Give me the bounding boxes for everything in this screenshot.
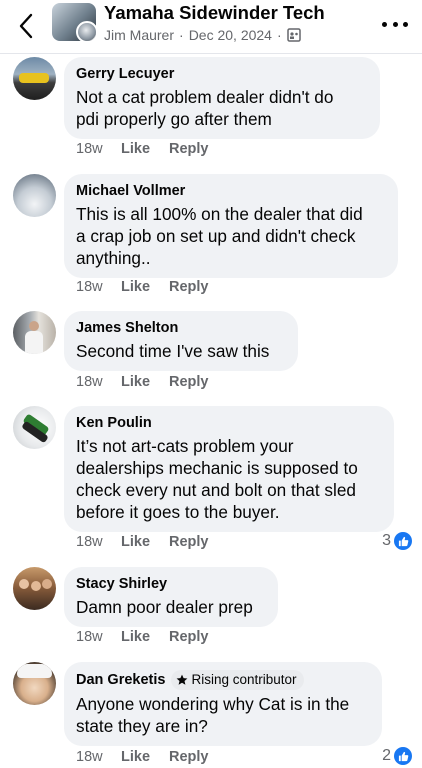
separator: · bbox=[179, 27, 184, 43]
comment-actions: 18w Like Reply bbox=[76, 534, 209, 550]
comment-time[interactable]: 18w bbox=[76, 749, 121, 765]
comment-actions: 18w Like Reply bbox=[76, 629, 209, 645]
reply-button[interactable]: Reply bbox=[169, 629, 209, 645]
avatar[interactable] bbox=[13, 406, 56, 449]
comment-text: It’s not art-cats problem your dealershi… bbox=[76, 435, 382, 523]
reaction-summary[interactable]: 3 bbox=[382, 532, 412, 550]
thumbs-up-icon bbox=[394, 532, 412, 550]
comment-bubble[interactable]: Ken Poulin It’s not art-cats problem you… bbox=[64, 406, 394, 532]
comment-bubble[interactable]: Stacy Shirley Damn poor dealer prep bbox=[64, 567, 278, 627]
avatar[interactable] bbox=[13, 57, 56, 100]
post-header: Yamaha Sidewinder Tech Jim Maurer · Dec … bbox=[0, 0, 422, 54]
avatar[interactable] bbox=[13, 174, 56, 217]
comment-line: before it goes to the buyer. bbox=[76, 502, 280, 522]
dot-icon bbox=[382, 21, 387, 27]
reply-button[interactable]: Reply bbox=[169, 279, 209, 295]
comment-text: Second time I've saw this bbox=[76, 340, 286, 362]
reaction-summary[interactable]: 2 bbox=[382, 747, 412, 765]
comment-text: Damn poor dealer prep bbox=[76, 596, 266, 618]
reply-button[interactable]: Reply bbox=[169, 141, 209, 157]
comment-line: Second time I've saw this bbox=[76, 341, 270, 361]
comment-line: Anyone wondering why Cat is in the bbox=[76, 694, 350, 714]
post-date[interactable]: Dec 20, 2024 bbox=[189, 27, 272, 43]
reply-button[interactable]: Reply bbox=[169, 374, 209, 390]
like-button[interactable]: Like bbox=[121, 534, 169, 550]
comment-bubble[interactable]: Gerry Lecuyer Not a cat problem dealer d… bbox=[64, 57, 380, 139]
comment-line: dealerships mechanic is supposed to bbox=[76, 458, 358, 478]
members-audience-icon bbox=[286, 28, 301, 42]
like-button[interactable]: Like bbox=[121, 374, 169, 390]
group-avatar[interactable] bbox=[52, 3, 96, 41]
separator: · bbox=[276, 27, 282, 43]
comment-actions: 18w Like Reply bbox=[76, 374, 209, 390]
badge-label: Rising contributor bbox=[191, 672, 297, 687]
comment-author[interactable]: James Shelton bbox=[76, 319, 286, 337]
comment-author[interactable]: Ken Poulin bbox=[76, 414, 382, 432]
comment-time[interactable]: 18w bbox=[76, 534, 121, 550]
comment-line: It’s not art-cats problem your bbox=[76, 436, 294, 456]
post-author[interactable]: Jim Maurer bbox=[104, 27, 174, 43]
comment-actions: 18w Like Reply bbox=[76, 141, 209, 157]
comment-actions: 18w Like Reply bbox=[76, 279, 209, 295]
comment-bubble[interactable]: Michael Vollmer This is all 100% on the … bbox=[64, 174, 398, 278]
comment-author[interactable]: Gerry Lecuyer bbox=[76, 65, 368, 83]
avatar[interactable] bbox=[13, 311, 56, 354]
like-button[interactable]: Like bbox=[121, 279, 169, 295]
comment-bubble[interactable]: Dan Greketis Rising contributor Anyone w… bbox=[64, 662, 382, 746]
rising-contributor-badge[interactable]: Rising contributor bbox=[171, 670, 304, 690]
comment-line: check every nut and bolt on that sled bbox=[76, 480, 356, 500]
like-button[interactable]: Like bbox=[121, 141, 169, 157]
like-button[interactable]: Like bbox=[121, 749, 169, 765]
comment-author[interactable]: Stacy Shirley bbox=[76, 575, 266, 593]
comment-line: state they are in? bbox=[76, 716, 208, 736]
comment-time[interactable]: 18w bbox=[76, 279, 121, 295]
dot-icon bbox=[403, 21, 408, 27]
dot-icon bbox=[392, 21, 398, 27]
comment-line: This is all 100% on the dealer that did bbox=[76, 204, 363, 224]
post-subtitle: Jim Maurer · Dec 20, 2024 · bbox=[104, 27, 301, 43]
author-avatar bbox=[76, 21, 96, 41]
comment-line: pdi properly go after them bbox=[76, 109, 272, 129]
comment-text: This is all 100% on the dealer that did … bbox=[76, 203, 386, 269]
group-title[interactable]: Yamaha Sidewinder Tech bbox=[104, 2, 325, 24]
reply-button[interactable]: Reply bbox=[169, 534, 209, 550]
comment-actions: 18w Like Reply bbox=[76, 749, 209, 765]
comment-line: Not a cat problem dealer didn't do bbox=[76, 87, 334, 107]
back-button[interactable] bbox=[12, 10, 40, 42]
thumbs-up-icon bbox=[394, 747, 412, 765]
comment-author-name[interactable]: Dan Greketis bbox=[76, 671, 165, 689]
comment-time[interactable]: 18w bbox=[76, 141, 121, 157]
comment-line: a crap job on set up and didn't check bbox=[76, 226, 356, 246]
avatar[interactable] bbox=[13, 662, 56, 705]
comment-author: Dan Greketis Rising contributor bbox=[76, 670, 370, 690]
star-icon bbox=[177, 674, 188, 685]
comment-author[interactable]: Michael Vollmer bbox=[76, 182, 386, 200]
comment-text: Not a cat problem dealer didn't do pdi p… bbox=[76, 86, 368, 130]
reaction-count: 2 bbox=[382, 747, 391, 764]
comment-bubble[interactable]: James Shelton Second time I've saw this bbox=[64, 311, 298, 371]
avatar[interactable] bbox=[13, 567, 56, 610]
reply-button[interactable]: Reply bbox=[169, 749, 209, 765]
comment-time[interactable]: 18w bbox=[76, 374, 121, 390]
more-options-button[interactable] bbox=[382, 12, 408, 36]
like-button[interactable]: Like bbox=[121, 629, 169, 645]
comment-text: Anyone wondering why Cat is in the state… bbox=[76, 693, 370, 737]
chevron-left-icon bbox=[19, 13, 33, 39]
comment-line: Damn poor dealer prep bbox=[76, 597, 253, 617]
comment-time[interactable]: 18w bbox=[76, 629, 121, 645]
comment-line: anything.. bbox=[76, 248, 151, 268]
reaction-count: 3 bbox=[382, 532, 391, 549]
